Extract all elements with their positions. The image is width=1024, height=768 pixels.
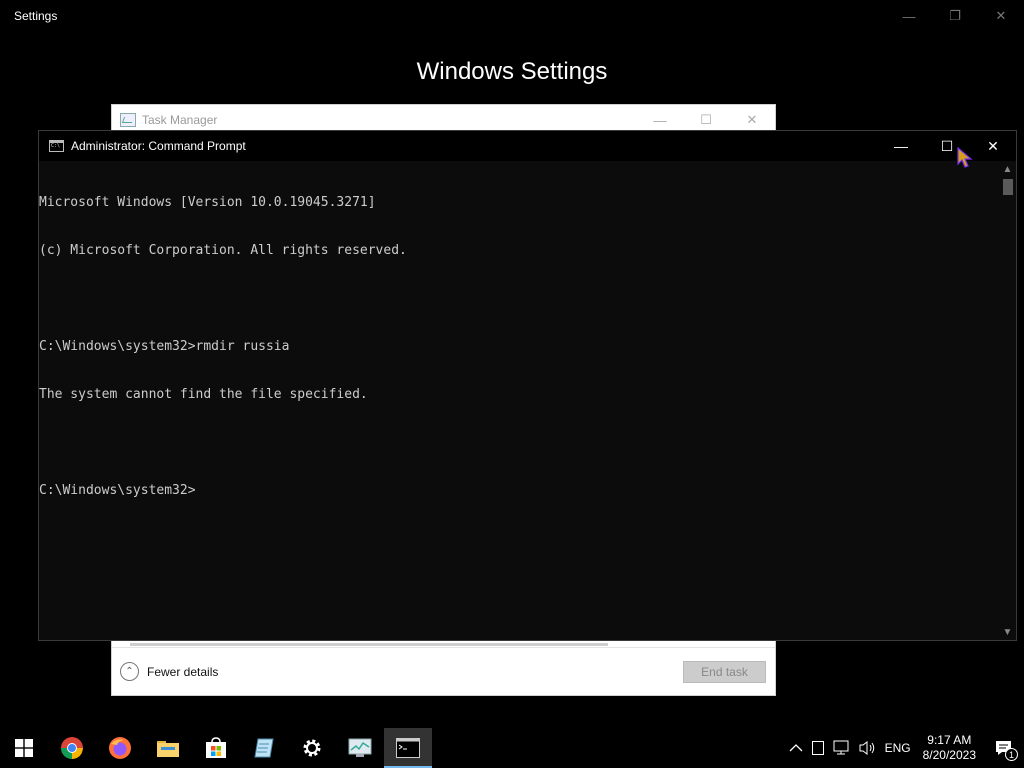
start-button[interactable] bbox=[0, 728, 48, 768]
store-icon bbox=[206, 737, 226, 758]
scroll-down-arrow-icon[interactable]: ▼ bbox=[999, 624, 1016, 640]
cmd-close-button[interactable]: ✕ bbox=[970, 131, 1016, 161]
taskbar-task-manager[interactable] bbox=[336, 728, 384, 768]
chevron-up-icon bbox=[789, 744, 803, 752]
mouse-pointer-icon bbox=[957, 147, 973, 168]
chevron-up-icon: ⌃ bbox=[120, 662, 139, 681]
taskbar-command-prompt[interactable] bbox=[384, 728, 432, 768]
settings-heading: Windows Settings bbox=[416, 58, 608, 85]
end-task-button[interactable]: End task bbox=[683, 661, 766, 683]
windows-logo-icon bbox=[15, 739, 33, 757]
command-prompt-titlebar[interactable]: Administrator: Command Prompt — ☐ ✕ bbox=[39, 131, 1016, 161]
scrollbar-thumb[interactable] bbox=[130, 643, 608, 646]
scrollbar-thumb[interactable] bbox=[1003, 179, 1013, 195]
console-line: C:\Windows\system32>rmdir russia bbox=[39, 339, 290, 354]
console-prompt-line: C:\Windows\system32> bbox=[39, 483, 196, 498]
fewer-details-label: Fewer details bbox=[147, 664, 219, 679]
command-prompt-window: Administrator: Command Prompt — ☐ ✕ Micr… bbox=[38, 130, 1017, 641]
taskbar-clock[interactable]: 9:17 AM 8/20/2023 bbox=[915, 733, 984, 763]
volume-button[interactable] bbox=[855, 728, 881, 768]
fewer-details-button[interactable]: ⌃ Fewer details bbox=[120, 662, 218, 681]
clock-date: 8/20/2023 bbox=[922, 748, 976, 762]
firefox-icon bbox=[109, 737, 131, 759]
notepad-icon bbox=[254, 738, 274, 758]
taskbar: ENG 9:17 AM 8/20/2023 1 bbox=[0, 728, 1024, 768]
taskbar-firefox[interactable] bbox=[96, 728, 144, 768]
command-prompt-icon bbox=[49, 140, 64, 152]
notification-count-badge: 1 bbox=[1005, 748, 1018, 761]
taskbar-chrome[interactable] bbox=[48, 728, 96, 768]
settings-gear-icon bbox=[303, 739, 321, 757]
tablet-mode-button[interactable] bbox=[807, 728, 829, 768]
command-prompt-title: Administrator: Command Prompt bbox=[71, 139, 246, 153]
console-output[interactable]: Microsoft Windows [Version 10.0.19045.32… bbox=[39, 161, 999, 640]
taskbar-notepad[interactable] bbox=[240, 728, 288, 768]
console-line: (c) Microsoft Corporation. All rights re… bbox=[39, 243, 407, 258]
settings-restore-button[interactable]: ❐ bbox=[932, 0, 978, 32]
console-line: Microsoft Windows [Version 10.0.19045.32… bbox=[39, 195, 376, 210]
action-center-button[interactable]: 1 bbox=[984, 728, 1024, 768]
console-line: The system cannot find the file specifie… bbox=[39, 387, 368, 402]
network-icon bbox=[833, 740, 849, 755]
chrome-icon bbox=[61, 737, 83, 759]
show-hidden-icons-button[interactable] bbox=[785, 728, 807, 768]
input-language-indicator[interactable]: ENG bbox=[881, 728, 915, 768]
speaker-icon bbox=[859, 741, 874, 755]
command-prompt-controls: — ☐ ✕ bbox=[878, 131, 1016, 161]
system-tray: ENG 9:17 AM 8/20/2023 1 bbox=[785, 728, 1024, 768]
task-manager-footer: ⌃ Fewer details End task bbox=[112, 647, 775, 695]
task-manager-title: Task Manager bbox=[142, 113, 218, 127]
file-explorer-icon bbox=[157, 741, 179, 757]
taskbar-store[interactable] bbox=[192, 728, 240, 768]
settings-window-controls: — ❐ ✕ bbox=[886, 0, 1024, 32]
settings-close-button[interactable]: ✕ bbox=[978, 0, 1024, 32]
settings-minimize-button[interactable]: — bbox=[886, 0, 932, 32]
console-vertical-scrollbar[interactable]: ▲ ▼ bbox=[999, 161, 1016, 640]
settings-window-title: Settings bbox=[14, 9, 58, 23]
cmd-minimize-button[interactable]: — bbox=[878, 131, 924, 161]
tablet-icon bbox=[811, 741, 824, 755]
task-manager-icon bbox=[348, 738, 372, 757]
command-prompt-icon bbox=[396, 738, 420, 758]
clock-time: 9:17 AM bbox=[927, 733, 972, 747]
taskbar-file-explorer[interactable] bbox=[144, 728, 192, 768]
network-button[interactable] bbox=[829, 728, 855, 768]
taskbar-settings[interactable] bbox=[288, 728, 336, 768]
scroll-up-arrow-icon[interactable]: ▲ bbox=[999, 161, 1016, 177]
task-manager-icon bbox=[120, 113, 136, 127]
